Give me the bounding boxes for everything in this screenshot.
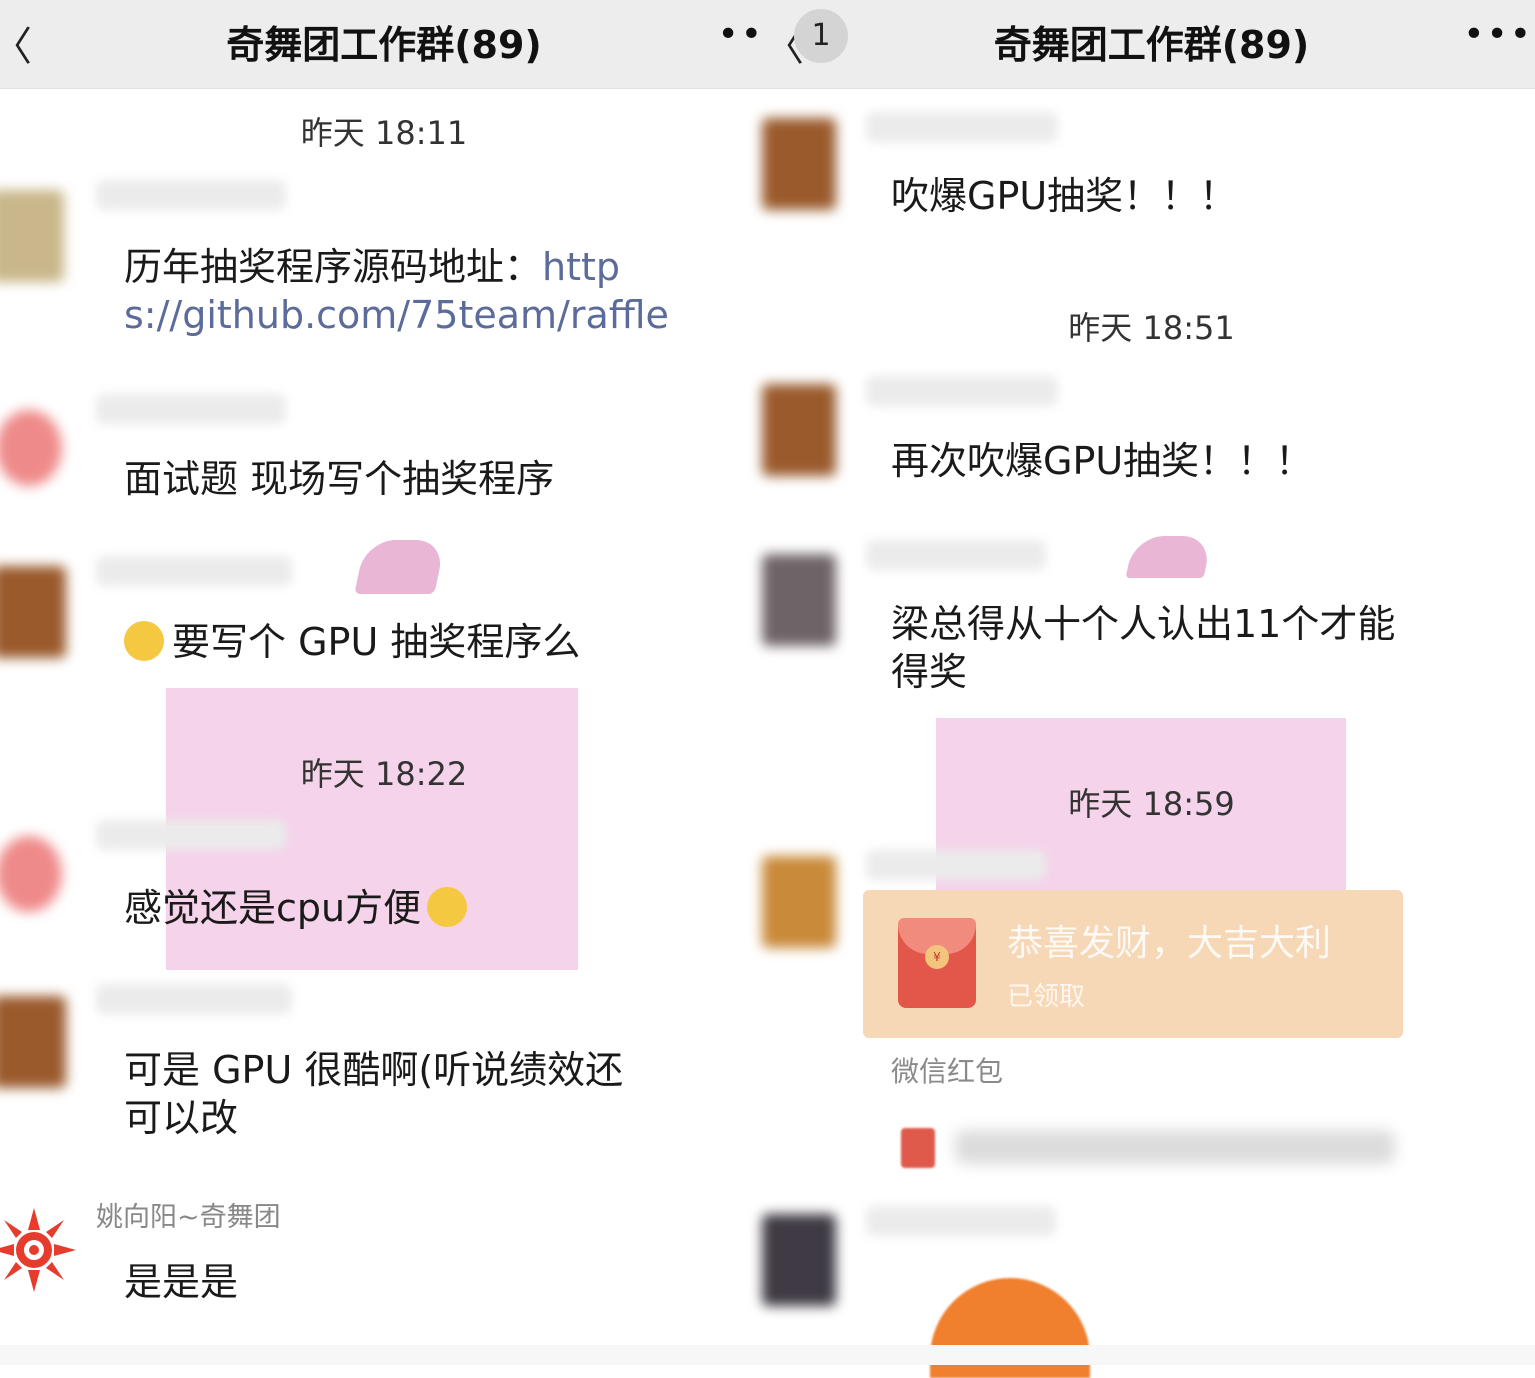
watermark-shape: [1125, 536, 1213, 578]
message-part: 要写个 GPU 抽奖程序么: [172, 620, 581, 664]
chat-header: 〈 1 奇舞团工作群(89) •••: [768, 0, 1535, 89]
avatar[interactable]: [762, 118, 836, 210]
watermark-shape: [354, 540, 446, 594]
message-text: 梁总得从十个人认出11个才能 得奖: [891, 600, 1395, 696]
avatar[interactable]: [762, 554, 836, 646]
message-line: 得奖: [891, 650, 968, 694]
sender-name-blurred: [866, 1206, 1056, 1236]
avatar[interactable]: [762, 384, 836, 476]
message-part: 历年抽奖程序源码地址：: [124, 245, 543, 289]
sender-name-blurred: [866, 540, 1046, 570]
sender-name-blurred: [866, 376, 1058, 406]
red-packet-label: 微信红包: [891, 1055, 1004, 1088]
sender-name-blurred: [866, 112, 1058, 142]
chat-screen-left: 〈 奇舞团工作群(89) •• 昨天 18:11 历年抽奖程序源码地址：http…: [0, 0, 768, 1365]
chat-title: 奇舞团工作群(89): [993, 23, 1310, 67]
bottom-edge: [0, 1345, 768, 1365]
avatar[interactable]: [0, 996, 66, 1088]
avatar[interactable]: [0, 190, 64, 282]
message-text: 可是 GPU 很酷啊(听说绩效还 可以改: [124, 1046, 623, 1142]
timestamp: 昨天 18:51: [1068, 309, 1235, 347]
sun-avatar-icon[interactable]: [0, 1208, 76, 1292]
avatar[interactable]: [0, 410, 62, 486]
sender-name-blurred: [866, 850, 1046, 880]
avatar[interactable]: [0, 836, 62, 912]
timestamp: 昨天 18:59: [1068, 785, 1235, 823]
github-link-cont[interactable]: s://github.com/75team/raffle: [124, 293, 669, 337]
sweat-smile-emoji-icon: [124, 621, 164, 661]
sender-name-blurred: [96, 556, 292, 586]
chat-title: 奇舞团工作群(89): [226, 23, 542, 67]
message-text: 历年抽奖程序源码地址：http s://github.com/75team/ra…: [124, 243, 669, 339]
system-notice-blurred: [955, 1130, 1395, 1164]
sender-name-blurred: [96, 820, 286, 850]
sender-name: 姚向阳~奇舞团: [96, 1202, 281, 1233]
message-text: 吹爆GPU抽奖！！！: [891, 174, 1238, 218]
avatar[interactable]: [0, 566, 66, 658]
avatar[interactable]: [762, 1214, 836, 1306]
avatar[interactable]: [762, 856, 836, 948]
red-envelope-small-icon: [901, 1128, 935, 1168]
more-icon[interactable]: •••: [1463, 14, 1533, 55]
chat-header: 〈 奇舞团工作群(89) ••: [0, 0, 768, 89]
message-line: 可是 GPU 很酷啊(听说绩效还: [124, 1048, 624, 1092]
timestamp: 昨天 18:22: [300, 755, 468, 793]
screenshot-collage: 〈 奇舞团工作群(89) •• 昨天 18:11 历年抽奖程序源码地址：http…: [0, 0, 1535, 1378]
sender-name-blurred: [96, 984, 292, 1014]
bottom-edge: [768, 1345, 1535, 1365]
message-line: 梁总得从十个人认出11个才能: [891, 602, 1396, 646]
dizzy-face-emoji-icon: [427, 887, 468, 927]
timestamp: 昨天 18:11: [300, 114, 468, 152]
red-packet-status: 已领取: [1007, 982, 1086, 1012]
message-part: 感觉还是cpu方便: [124, 886, 422, 930]
message-line: 可以改: [124, 1096, 239, 1140]
message-text: 面试题 现场写个抽奖程序: [124, 457, 555, 501]
sender-name-blurred: [96, 394, 286, 424]
message-text: 要写个 GPU 抽奖程序么: [124, 618, 580, 666]
red-envelope-coin-icon: ¥: [925, 945, 949, 969]
message-text: 再次吹爆GPU抽奖！！！: [891, 439, 1314, 483]
message-text: 感觉还是cpu方便: [124, 884, 475, 932]
red-packet-title: 恭喜发财，大吉大利: [1007, 923, 1332, 964]
sender-name-blurred: [96, 180, 286, 210]
more-icon[interactable]: ••: [718, 14, 764, 55]
message-text: 是是是: [124, 1260, 239, 1304]
github-link[interactable]: http: [542, 245, 620, 289]
